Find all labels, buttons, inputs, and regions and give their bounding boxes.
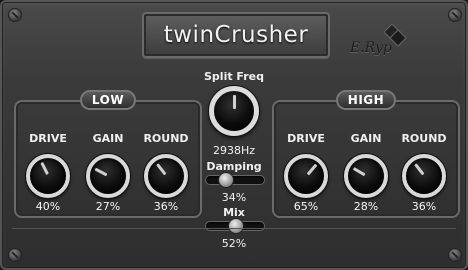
low-gain-knob[interactable]: [86, 154, 130, 198]
high-band-title: HIGH: [336, 90, 396, 110]
plugin-window: twinCrusher E.Ryp Split Freq 2938Hz Damp…: [0, 0, 468, 270]
high-drive-knob[interactable]: [284, 154, 328, 198]
screw-icon: [8, 248, 22, 262]
high-round-label: ROUND: [401, 132, 447, 145]
high-gain-value: 28%: [353, 200, 379, 213]
high-gain-label: GAIN: [350, 132, 382, 145]
low-gain-value: 27%: [95, 200, 121, 213]
split-freq-value: 2938Hz: [212, 144, 256, 157]
mix-slider-thumb[interactable]: [228, 218, 245, 234]
low-band-title: LOW: [80, 90, 136, 110]
mix-value: 52%: [221, 237, 247, 250]
high-drive-value: 65%: [293, 200, 319, 213]
low-gain-label: GAIN: [92, 132, 124, 145]
high-round-value: 36%: [411, 200, 437, 213]
title-plate: twinCrusher: [142, 12, 330, 58]
screw-icon: [448, 248, 462, 262]
high-band-panel: HIGH DRIVE 65% GAIN 28% ROUND 36%: [272, 90, 460, 218]
damping-value: 34%: [221, 191, 247, 204]
high-gain-knob[interactable]: [344, 154, 388, 198]
damping-slider-thumb[interactable]: [217, 172, 234, 188]
high-drive-label: DRIVE: [287, 132, 325, 145]
damping-label: Damping: [206, 160, 262, 173]
split-freq-knob[interactable]: [209, 86, 259, 136]
low-drive-label: DRIVE: [29, 132, 67, 145]
low-band-panel: LOW DRIVE 40% GAIN 27% ROUND 36%: [14, 90, 202, 218]
low-round-label: ROUND: [143, 132, 189, 145]
plugin-title: twinCrusher: [163, 22, 309, 48]
mix-slider[interactable]: [205, 218, 265, 234]
low-drive-knob[interactable]: [26, 154, 70, 198]
damping-slider[interactable]: [205, 172, 265, 188]
low-round-value: 36%: [153, 200, 179, 213]
low-drive-value: 40%: [35, 200, 61, 213]
mix-label: Mix: [223, 206, 245, 219]
split-freq-label: Split Freq: [204, 70, 264, 83]
divider: [12, 228, 456, 229]
brand-signature: E.Ryp: [350, 40, 392, 56]
screw-icon: [448, 8, 462, 22]
low-round-knob[interactable]: [144, 154, 188, 198]
high-round-knob[interactable]: [402, 154, 446, 198]
screw-icon: [8, 8, 22, 22]
